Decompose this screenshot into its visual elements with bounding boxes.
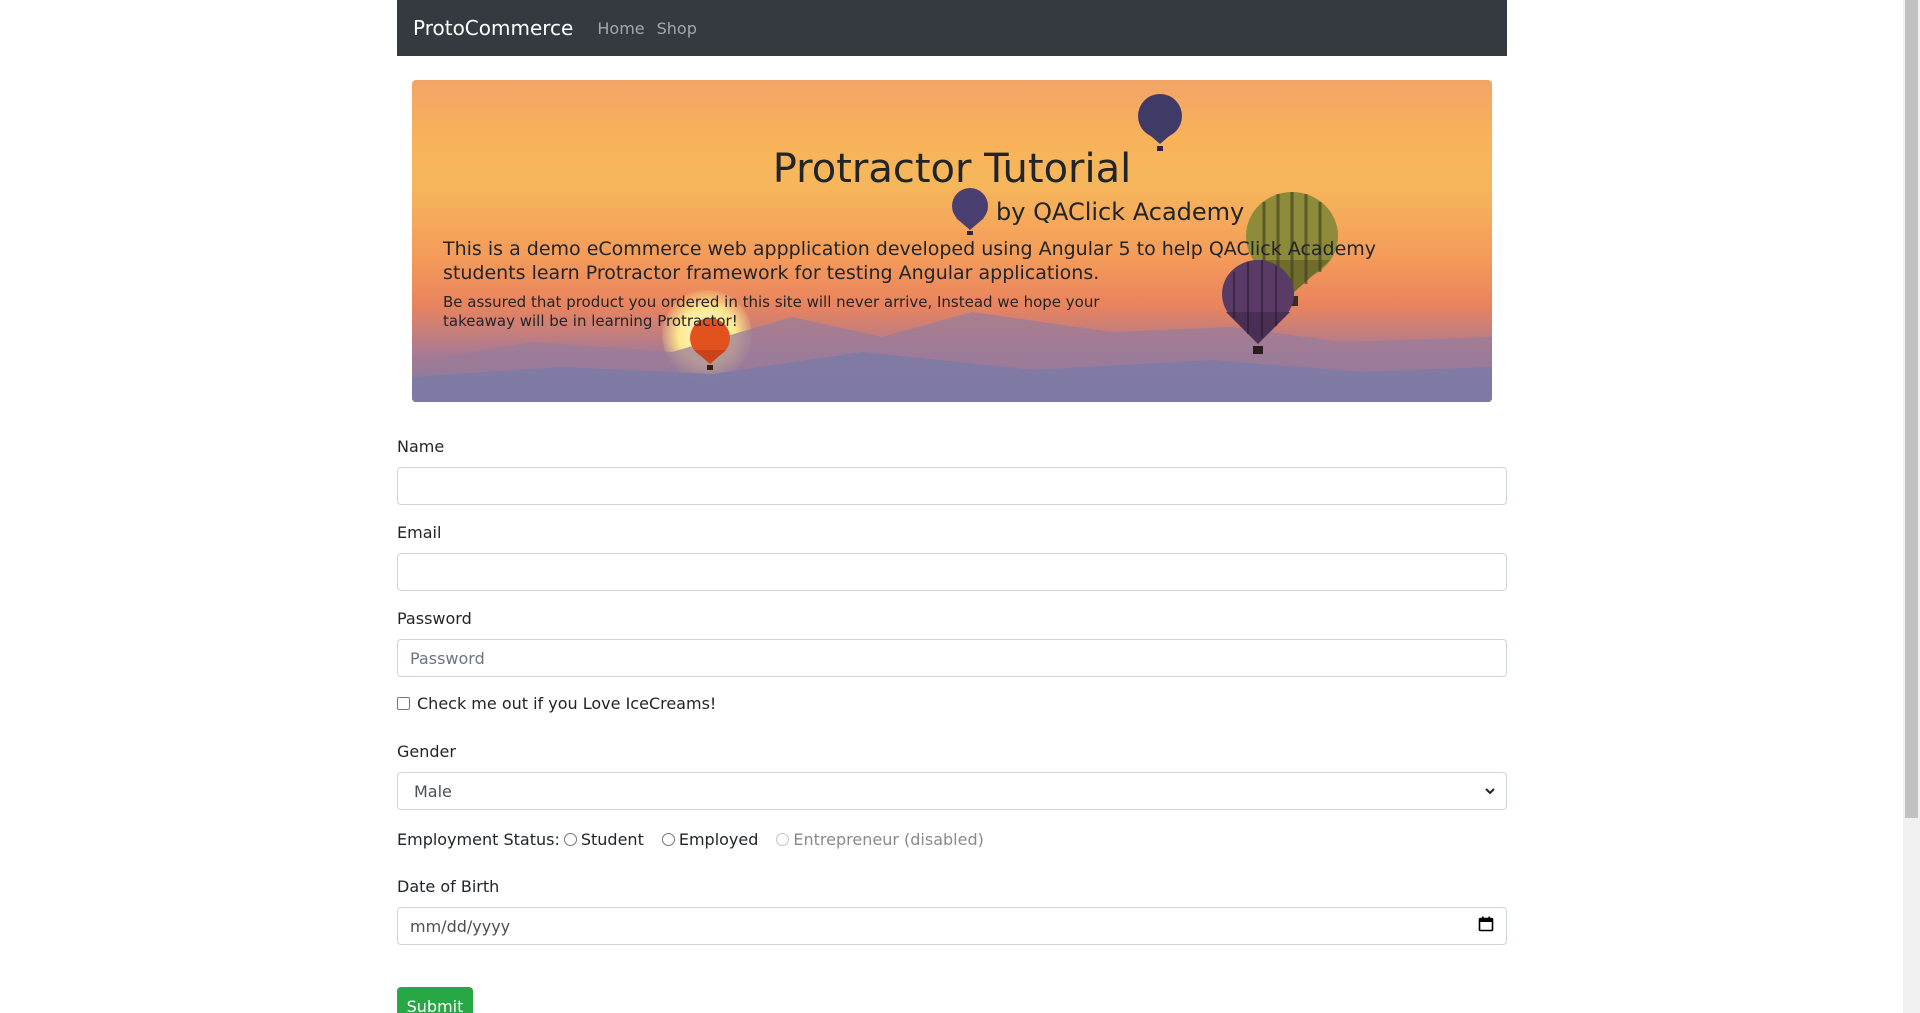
name-label: Name — [397, 437, 445, 456]
icecream-checkbox-row: Check me out if you Love IceCreams! — [397, 694, 716, 713]
icecream-checkbox-label: Check me out if you Love IceCreams! — [417, 694, 717, 713]
calendar-icon[interactable] — [1478, 916, 1494, 936]
hero-lead-text: This is a demo eCommerce web appplicatio… — [443, 238, 1377, 284]
hero-note-text: Be assured that product you ordered in t… — [443, 293, 1100, 330]
icecream-checkbox[interactable] — [397, 697, 410, 710]
email-input[interactable] — [397, 553, 1507, 591]
radio-student[interactable] — [563, 833, 577, 846]
dob-placeholder: mm/dd/yyyy — [410, 916, 511, 936]
gender-selected-value: Male — [414, 781, 452, 801]
password-input[interactable] — [397, 639, 1507, 677]
employment-status-row: Employment Status: Student Employed Entr… — [397, 830, 998, 849]
gender-label: Gender — [397, 742, 456, 761]
nav-link-shop[interactable]: Shop — [657, 19, 697, 38]
dob-input[interactable]: mm/dd/yyyy — [397, 907, 1507, 945]
nav-link-home[interactable]: Home — [597, 19, 644, 38]
employment-status-label: Employment Status: — [397, 830, 560, 849]
page-scrollbar[interactable] — [1903, 0, 1920, 1013]
radio-entrepreneur — [776, 833, 790, 846]
dob-label: Date of Birth — [397, 877, 500, 896]
radio-student-label: Student — [580, 830, 644, 849]
brand-link[interactable]: ProtoCommerce — [413, 16, 573, 40]
radio-employed-label: Employed — [678, 830, 759, 849]
hero-banner: Protractor Tutorial by QAClick Academy T… — [412, 80, 1492, 402]
radio-employed[interactable] — [661, 833, 675, 846]
password-label: Password — [397, 609, 472, 628]
chevron-down-icon — [1484, 782, 1496, 801]
radio-entrepreneur-label: Entrepreneur (disabled) — [793, 830, 984, 849]
hero-subtitle: by QAClick Academy — [996, 198, 1245, 226]
hero-title: Protractor Tutorial — [772, 146, 1132, 192]
gender-select[interactable]: Male — [397, 772, 1507, 810]
submit-button[interactable]: Submit — [397, 987, 473, 1013]
balloon-graphic — [1138, 94, 1182, 151]
balloon-graphic — [952, 188, 988, 235]
navbar: ProtoCommerce Home Shop — [397, 0, 1507, 56]
scrollbar-thumb[interactable] — [1905, 0, 1918, 818]
email-label: Email — [397, 523, 442, 542]
name-input[interactable] — [397, 467, 1507, 505]
